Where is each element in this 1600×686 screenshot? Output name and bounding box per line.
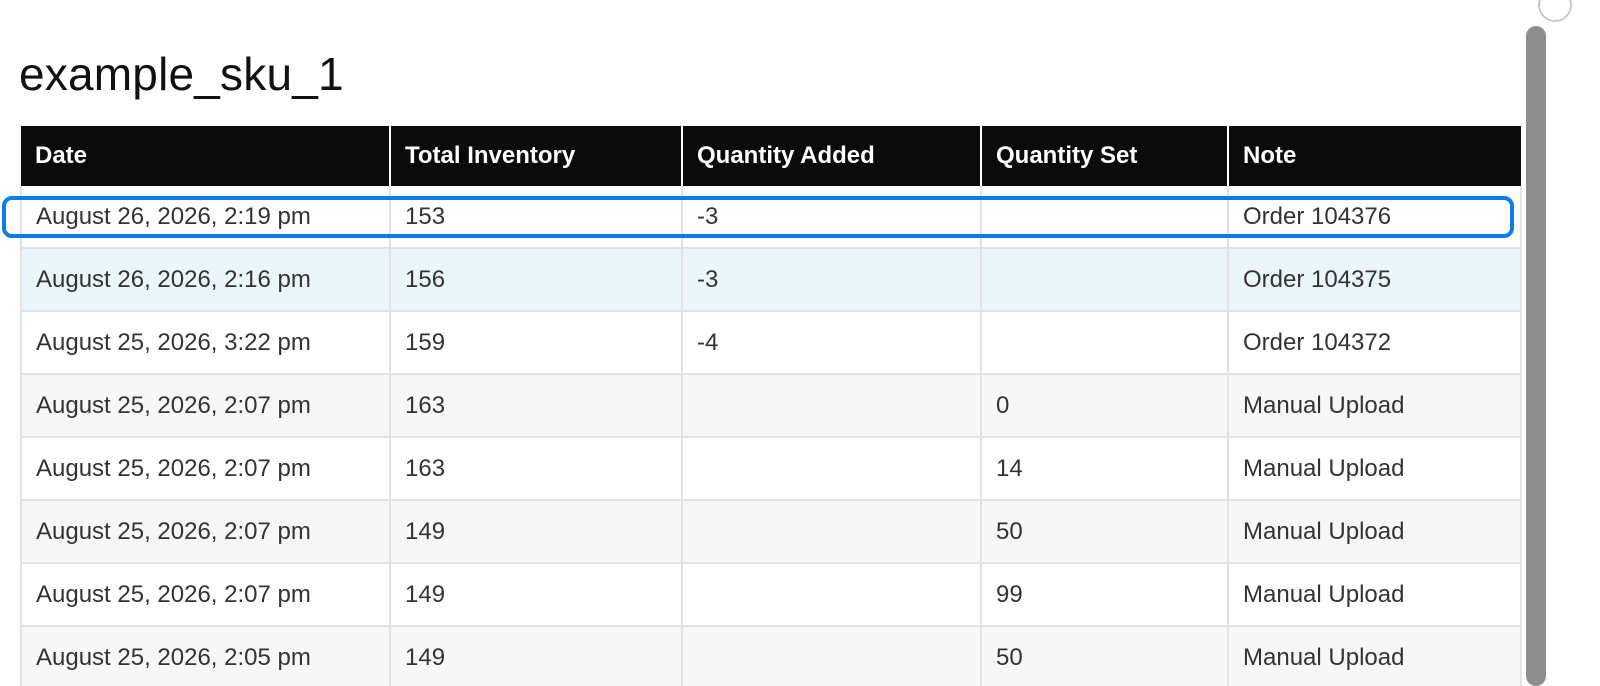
inventory-history-page: example_sku_1 Date Total Inventory Quant… — [0, 0, 1600, 686]
inventory-history-table: Date Total Inventory Quantity Added Quan… — [20, 126, 1522, 686]
cell-note: Order 104375 — [1227, 248, 1522, 312]
cell-note: Manual Upload — [1227, 374, 1522, 438]
cell-quantity-added: -3 — [681, 248, 981, 312]
cell-note: Manual Upload — [1227, 437, 1522, 501]
cell-quantity-set — [980, 311, 1228, 375]
cell-date: August 25, 2026, 3:22 pm — [20, 311, 390, 375]
cell-quantity-added: -3 — [681, 186, 981, 249]
cell-date: August 25, 2026, 2:05 pm — [20, 626, 390, 686]
column-header-total-inventory[interactable]: Total Inventory — [389, 126, 682, 186]
cell-total-inventory: 153 — [389, 186, 682, 249]
cell-note: Manual Upload — [1227, 500, 1522, 564]
table-header-row: Date Total Inventory Quantity Added Quan… — [21, 126, 1521, 186]
cell-quantity-added — [681, 374, 981, 438]
cell-total-inventory: 163 — [389, 374, 682, 438]
cell-quantity-set: 99 — [980, 563, 1228, 627]
cell-note: Order 104376 — [1227, 186, 1522, 249]
table-row[interactable]: August 25, 2026, 3:22 pm 159 -4 Order 10… — [20, 311, 1522, 375]
table-row[interactable]: August 25, 2026, 2:07 pm 163 14 Manual U… — [20, 437, 1522, 501]
table-body: August 26, 2026, 2:19 pm 153 -3 Order 10… — [20, 186, 1522, 686]
cell-note: Manual Upload — [1227, 626, 1522, 686]
cell-date: August 26, 2026, 2:19 pm — [20, 186, 390, 249]
cell-total-inventory: 156 — [389, 248, 682, 312]
cell-date: August 25, 2026, 2:07 pm — [20, 374, 390, 438]
cell-quantity-set — [980, 186, 1228, 249]
corner-widget-icon — [1538, 0, 1572, 22]
cell-total-inventory: 149 — [389, 626, 682, 686]
cell-date: August 25, 2026, 2:07 pm — [20, 563, 390, 627]
cell-quantity-set: 14 — [980, 437, 1228, 501]
cell-date: August 25, 2026, 2:07 pm — [20, 500, 390, 564]
cell-total-inventory: 163 — [389, 437, 682, 501]
cell-total-inventory: 149 — [389, 500, 682, 564]
table-row[interactable]: August 26, 2026, 2:19 pm 153 -3 Order 10… — [20, 186, 1522, 249]
cell-quantity-set: 0 — [980, 374, 1228, 438]
table-row[interactable]: August 25, 2026, 2:07 pm 149 50 Manual U… — [20, 500, 1522, 564]
table-row[interactable]: August 25, 2026, 2:05 pm 149 50 Manual U… — [20, 626, 1522, 686]
cell-quantity-set: 50 — [980, 500, 1228, 564]
cell-total-inventory: 149 — [389, 563, 682, 627]
cell-quantity-set — [980, 248, 1228, 312]
column-header-note[interactable]: Note — [1227, 126, 1521, 186]
cell-total-inventory: 159 — [389, 311, 682, 375]
cell-date: August 25, 2026, 2:07 pm — [20, 437, 390, 501]
table-row[interactable]: August 25, 2026, 2:07 pm 149 99 Manual U… — [20, 563, 1522, 627]
cell-note: Manual Upload — [1227, 563, 1522, 627]
table-row[interactable]: August 25, 2026, 2:07 pm 163 0 Manual Up… — [20, 374, 1522, 438]
cell-date: August 26, 2026, 2:16 pm — [20, 248, 390, 312]
cell-quantity-added: -4 — [681, 311, 981, 375]
vertical-scrollbar[interactable] — [1526, 26, 1546, 686]
cell-note: Order 104372 — [1227, 311, 1522, 375]
column-header-quantity-set[interactable]: Quantity Set — [980, 126, 1228, 186]
cell-quantity-added — [681, 437, 981, 501]
table-row[interactable]: August 26, 2026, 2:16 pm 156 -3 Order 10… — [20, 248, 1522, 312]
cell-quantity-added — [681, 563, 981, 627]
column-header-date[interactable]: Date — [21, 126, 390, 186]
column-header-quantity-added[interactable]: Quantity Added — [681, 126, 981, 186]
cell-quantity-added — [681, 626, 981, 686]
table-header: Date Total Inventory Quantity Added Quan… — [21, 126, 1521, 186]
cell-quantity-set: 50 — [980, 626, 1228, 686]
page-title: example_sku_1 — [19, 48, 344, 100]
cell-quantity-added — [681, 500, 981, 564]
